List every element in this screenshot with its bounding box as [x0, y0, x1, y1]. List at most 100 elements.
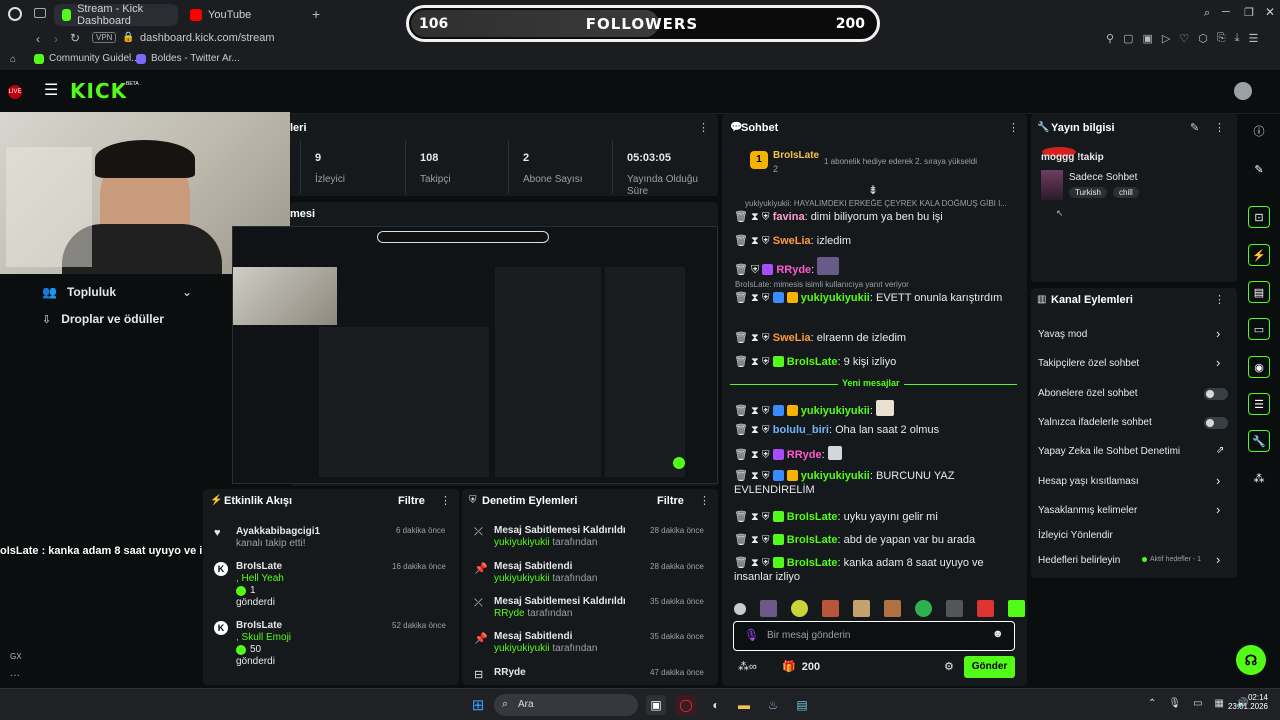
- dots-icon[interactable]: ⁂: [1248, 467, 1270, 489]
- more-options-icon[interactable]: ⋮: [1008, 121, 1019, 134]
- action-raid[interactable]: İzleyici Yönlendir: [1038, 530, 1113, 541]
- chat-username[interactable]: bolulu_biri: [773, 424, 829, 436]
- action-ai-moderation[interactable]: Yapay Zeka ile Sohbet Denetimi: [1038, 446, 1180, 457]
- list-icon[interactable]: ☰: [1248, 393, 1270, 415]
- tab-youtube[interactable]: YouTube: [182, 4, 302, 26]
- taskbar-search[interactable]: ⌕ Ara: [494, 694, 638, 716]
- action-followers-only[interactable]: Takipçilere özel sohbet: [1038, 358, 1139, 369]
- lightning-icon[interactable]: ⚡: [1248, 244, 1270, 266]
- subs-only-toggle[interactable]: [1204, 388, 1228, 400]
- emoji-icon[interactable]: ☻: [992, 628, 1004, 640]
- url-field[interactable]: dashboard.kick.com/stream: [140, 32, 275, 44]
- channel-points[interactable]: 🎁 200: [782, 660, 820, 674]
- emote-icon[interactable]: [734, 602, 746, 615]
- chat-username[interactable]: SweLia: [773, 235, 811, 247]
- tools-icon[interactable]: 🔧: [1248, 430, 1270, 452]
- chat-username[interactable]: RRyde: [776, 264, 811, 276]
- emote-icon[interactable]: [977, 600, 994, 617]
- reload-icon[interactable]: ↻: [70, 31, 80, 45]
- broadcast-icon[interactable]: ◉: [1248, 356, 1270, 378]
- minimize-icon[interactable]: ─: [1222, 6, 1230, 18]
- more-options-icon[interactable]: ⋮: [699, 494, 710, 507]
- sidebar-item-topluluk[interactable]: 👥 Topluluk ⌄: [42, 285, 192, 299]
- action-account-age[interactable]: Hesap yaşı kısıtlaması: [1038, 476, 1139, 487]
- new-tab-icon[interactable]: +: [312, 6, 320, 22]
- chat-username[interactable]: BroIsLate: [787, 534, 838, 546]
- settings-icon[interactable]: ☰: [1249, 32, 1259, 45]
- external-link-icon[interactable]: ⇗: [1216, 445, 1224, 456]
- sidebar-item-drops[interactable]: ⇩ Droplar ve ödüller: [42, 312, 164, 326]
- action-goals[interactable]: Hedefleri belirleyin: [1038, 555, 1120, 566]
- apps-icon[interactable]: ⌂: [10, 54, 16, 65]
- chat-username[interactable]: BroIsLate: [787, 557, 838, 569]
- more-options-icon[interactable]: ⋮: [698, 121, 709, 134]
- emote-icon[interactable]: [791, 600, 808, 617]
- tab-kick-dashboard[interactable]: Stream - Kick Dashboard: [54, 3, 178, 27]
- emote-icon[interactable]: [760, 600, 777, 617]
- more-icon[interactable]: ···: [10, 670, 20, 681]
- snapshot-icon[interactable]: ▢: [1123, 32, 1133, 45]
- close-icon[interactable]: ✕: [1265, 5, 1275, 19]
- player-icon[interactable]: ▷: [1162, 32, 1170, 45]
- microphone-icon[interactable]: 🎙: [744, 628, 759, 642]
- drops-points-icon[interactable]: ⁂∞: [738, 660, 757, 673]
- emotes-only-toggle[interactable]: [1204, 417, 1228, 429]
- collapse-icon[interactable]: ⇟: [868, 183, 878, 197]
- obs-icon[interactable]: ◐: [706, 695, 726, 715]
- chat-icon[interactable]: ▭: [1248, 318, 1270, 340]
- chevron-right-icon[interactable]: ›: [1216, 326, 1220, 341]
- search-icon[interactable]: ⌕: [1204, 7, 1210, 20]
- pin-icon[interactable]: ⚲: [1106, 32, 1114, 45]
- download-icon[interactable]: ⤓: [1235, 32, 1240, 45]
- edit-icon[interactable]: ✎: [1190, 121, 1199, 134]
- chat-username[interactable]: yukiyukiyukii: [801, 470, 870, 482]
- bookmark-boldes[interactable]: Boldes - Twitter Ar...: [136, 53, 240, 64]
- info-icon[interactable]: ⓘ: [1248, 120, 1270, 142]
- more-options-icon[interactable]: ⋮: [440, 494, 451, 507]
- chat-username[interactable]: BroIsLate: [787, 356, 838, 368]
- maximize-icon[interactable]: ❐: [1244, 6, 1254, 19]
- stream-tag[interactable]: chill: [1113, 187, 1139, 198]
- bookmark-community[interactable]: Community Guidel...: [34, 53, 140, 64]
- clock[interactable]: 02:14 23.01.2026: [1222, 693, 1268, 711]
- document-icon[interactable]: ▤: [1248, 281, 1270, 303]
- windows-start-icon[interactable]: ⊞: [468, 695, 488, 715]
- heart-icon[interactable]: ♡: [1179, 32, 1189, 45]
- task-view-icon[interactable]: ▣: [646, 695, 666, 715]
- chat-username[interactable]: favina: [773, 211, 805, 223]
- kick-logo[interactable]: KICK: [70, 79, 127, 103]
- chat-settings-icon[interactable]: ⚙: [944, 660, 954, 673]
- event-filter-button[interactable]: Filtre: [398, 495, 425, 507]
- vpn-badge[interactable]: VPN: [92, 32, 117, 43]
- stream-category[interactable]: Sadece Sohbet: [1069, 172, 1137, 183]
- camera-icon[interactable]: ⊡: [1248, 206, 1270, 228]
- opera-gx-taskbar-icon[interactable]: ◯: [676, 695, 696, 715]
- emote-icon[interactable]: [1008, 600, 1025, 617]
- hamburger-menu-icon[interactable]: ☰: [44, 80, 58, 100]
- more-options-icon[interactable]: ⋮: [1214, 121, 1225, 134]
- display-icon[interactable]: ▭: [1193, 698, 1202, 709]
- stream-tag[interactable]: Turkish: [1069, 187, 1107, 198]
- action-banned-words[interactable]: Yasaklanmış kelimeler: [1038, 505, 1137, 516]
- emote-icon[interactable]: [946, 600, 963, 617]
- chat-username[interactable]: yukiyukiyukii: [801, 405, 870, 417]
- wallet2-icon[interactable]: ⎘: [1217, 32, 1226, 45]
- chat-username[interactable]: RRyde: [787, 449, 822, 461]
- moderation-filter-button[interactable]: Filtre: [657, 495, 684, 507]
- chat-username[interactable]: BroIsLate: [787, 511, 838, 523]
- stream-preview-video[interactable]: [232, 226, 718, 484]
- chevron-right-icon[interactable]: ›: [1216, 552, 1220, 567]
- tabs-menu-icon[interactable]: [34, 8, 46, 18]
- emote-icon[interactable]: [822, 600, 839, 617]
- send-button[interactable]: Gönder: [964, 656, 1015, 678]
- emote-icon[interactable]: [884, 600, 901, 617]
- chat-username[interactable]: SweLia: [773, 332, 811, 344]
- emote-icon[interactable]: [915, 600, 932, 617]
- more-options-icon[interactable]: ⋮: [1214, 293, 1225, 306]
- wallet-icon[interactable]: ▣: [1142, 32, 1152, 45]
- help-button[interactable]: ☊: [1236, 645, 1266, 675]
- chevron-right-icon[interactable]: ›: [1216, 502, 1220, 517]
- file-explorer-icon[interactable]: ▬: [734, 695, 754, 715]
- back-icon[interactable]: ‹: [36, 32, 40, 46]
- action-slow-mode[interactable]: Yavaş mod: [1038, 329, 1087, 340]
